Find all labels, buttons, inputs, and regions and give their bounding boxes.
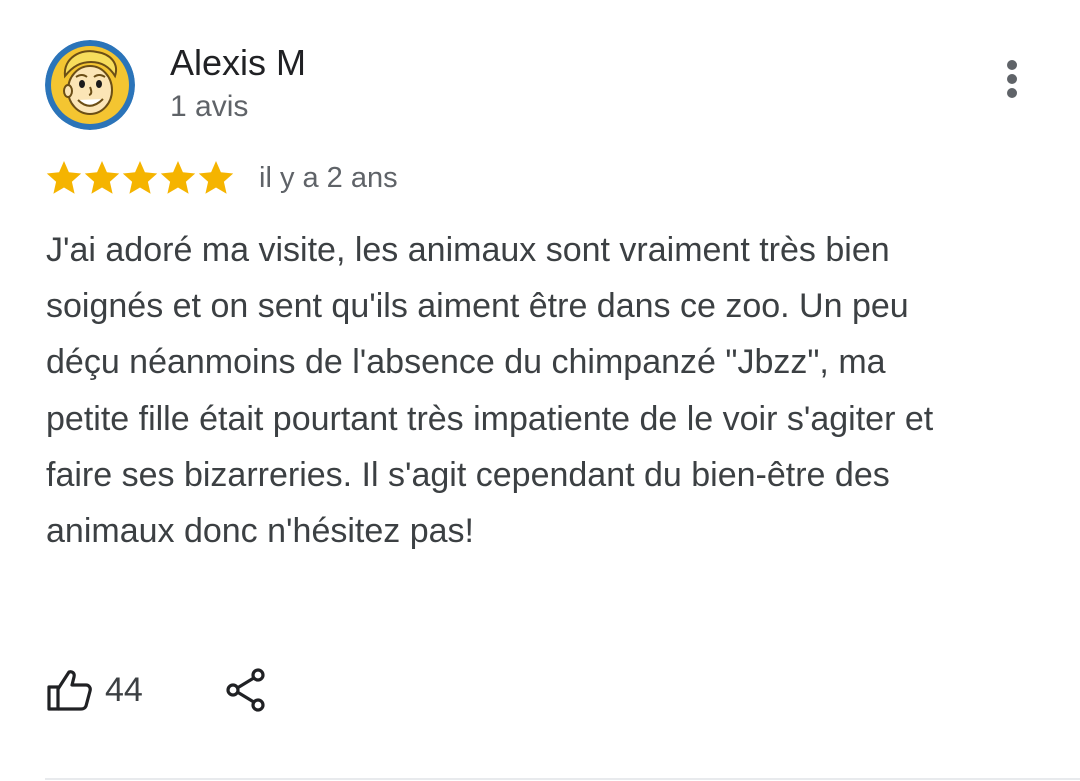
star-icon [46, 161, 82, 194]
avatar[interactable] [45, 40, 135, 130]
more-options-button[interactable] [992, 56, 1032, 102]
like-count: 44 [105, 670, 143, 709]
divider [45, 778, 1080, 780]
star-icon [198, 161, 234, 194]
more-vert-icon-dot-3 [1007, 88, 1017, 98]
star-rating [45, 159, 235, 197]
review-text: J'ai adoré ma visite, les animaux sont v… [46, 231, 934, 551]
thumb-up-icon [47, 670, 92, 711]
author-review-count[interactable]: 1 avis [170, 86, 248, 128]
review-actions: 44 [45, 658, 267, 722]
author-name[interactable]: Alexis M [170, 40, 306, 86]
more-vert-icon-dot-2 [1007, 74, 1017, 84]
star-icon [84, 161, 120, 194]
more-vert-icon-dot-1 [1007, 60, 1017, 70]
rating-row: il y a 2 ans [45, 154, 398, 202]
vault-boy-avatar-icon [45, 40, 135, 130]
share-icon [226, 668, 265, 712]
star-icon [160, 161, 196, 194]
star-icon [122, 161, 158, 194]
review-card: Alexis M 1 avis il y a 2 ans J'ai adoré … [0, 0, 1080, 781]
like-button[interactable]: 44 [45, 668, 143, 712]
share-button[interactable] [225, 667, 267, 713]
review-date: il y a 2 ans [259, 162, 398, 194]
